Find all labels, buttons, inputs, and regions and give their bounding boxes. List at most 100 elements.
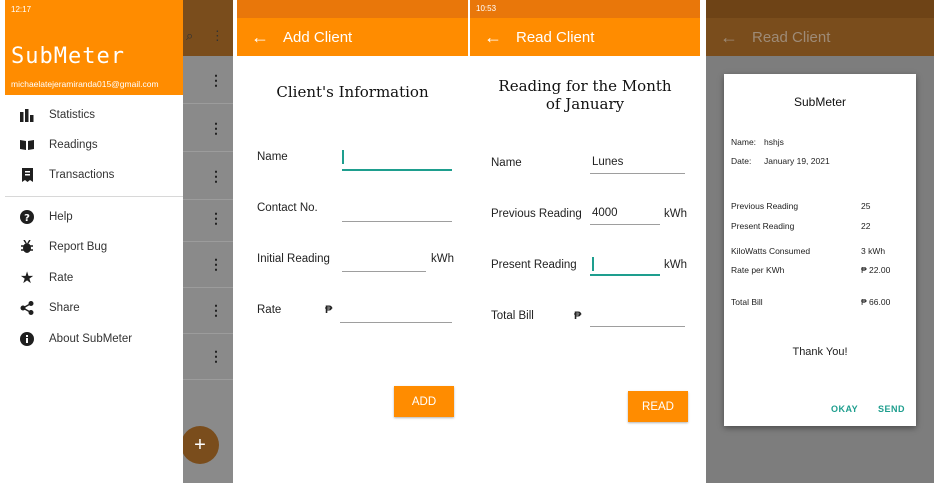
send-button[interactable]: SEND [878,404,905,414]
help-icon: ? [5,210,49,224]
initial-reading-label: Initial Reading [257,253,330,265]
menu-item-rate[interactable]: ★ Rate [5,263,183,293]
total-bill-label: Total Bill [731,297,763,307]
total-bill-field[interactable] [590,305,685,327]
kwh-unit: kWh [664,259,687,271]
text-cursor [592,257,594,271]
add-client-fab[interactable]: + [181,426,219,464]
app-bar: ← Read Client [706,18,934,56]
present-reading-label: Present Reading [731,221,795,231]
search-icon[interactable]: ⌕ [186,28,193,43]
read-button[interactable]: READ [628,391,688,422]
thank-you-message: Thank You! [792,346,848,358]
more-icon[interactable]: ⋮ [209,210,223,227]
more-icon[interactable]: ⋮ [209,120,223,137]
previous-reading-label: Previous Reading [491,208,582,220]
peso-sign: ₱ [574,310,582,322]
menu-label: Share [49,302,80,314]
menu-label: Statistics [49,109,96,121]
menu-label: Rate [49,272,74,284]
more-icon[interactable]: ⋮ [209,302,223,319]
back-arrow-icon[interactable]: ← [470,18,516,56]
present-reading-input[interactable] [590,254,660,276]
share-icon [5,301,49,315]
previous-reading-value[interactable]: 4000 [590,203,660,225]
drawer-divider [5,196,183,197]
bar-chart-icon [5,108,49,122]
more-icon[interactable]: ⋮ [211,28,224,43]
more-icon[interactable]: ⋮ [209,168,223,185]
menu-label: Help [49,211,73,223]
kilowatts-consumed-value: 3 kWh [861,246,886,256]
rate-input[interactable] [340,301,452,323]
book-icon [5,139,49,151]
menu-item-transactions[interactable]: Transactions [5,160,183,190]
previous-reading-value: 25 [861,201,871,211]
drawer-header: 12:17 SubMeter michaelatejeramiranda015@… [5,0,183,95]
bill-dialog: SubMeter Name: hshjs Date: January 19, 2… [724,74,916,426]
total-bill-label: Total Bill [491,310,534,322]
menu-item-report-bug[interactable]: Report Bug [5,232,183,262]
kilowatts-consumed-label: KiloWatts Consumed [731,246,811,256]
back-arrow-icon[interactable]: ← [706,18,752,56]
page-title: Add Client [283,28,353,46]
plus-icon: + [194,433,206,456]
page-title: Read Client [752,28,831,46]
more-icon[interactable]: ⋮ [209,348,223,365]
svg-text:?: ? [24,213,30,224]
app-bar: ← Add Client [237,18,468,56]
initial-reading-input[interactable] [342,250,426,272]
screen-drawer: ⌕ ⋮ ⋮ ⋮ ⋮ ⋮ ⋮ ⋮ ⋮ + 12:17 SubMeter micha… [5,0,233,483]
rate-value: ₱ 22.00 [861,265,891,275]
text-cursor [342,150,344,164]
drawer-app-title: SubMeter [11,44,125,69]
form-title: Reading for the Month of January [498,77,672,113]
peso-sign: ₱ [325,304,333,316]
status-bar [706,0,934,18]
info-icon [5,332,49,346]
rate-label: Rate [257,304,282,316]
menu-item-statistics[interactable]: Statistics [5,100,183,130]
name-label: Name [491,157,522,169]
screen-read-client: 10:53 ← Read Client Reading for the Mont… [470,0,700,483]
back-arrow-icon[interactable]: ← [237,18,283,56]
okay-button[interactable]: OKAY [831,404,858,414]
contact-input[interactable] [342,200,452,222]
kwh-unit: kWh [664,208,687,220]
menu-item-readings[interactable]: Readings [5,130,183,160]
add-button[interactable]: ADD [394,386,454,417]
more-icon[interactable]: ⋮ [209,256,223,273]
date-label: Date: [731,156,752,166]
dialog-title: SubMeter [793,95,847,109]
screen-add-client: ← Add Client Client's Information Name C… [237,0,468,483]
total-bill-value: ₱ 66.00 [861,297,891,307]
star-icon: ★ [19,270,35,287]
date-value: January 19, 2021 [764,156,830,166]
kwh-unit: kWh [431,253,454,265]
appbar-actions: ⌕ ⋮ [186,28,224,44]
name-value: hshjs [764,137,784,147]
previous-reading-label: Previous Reading [731,201,799,211]
bug-icon [5,240,49,254]
name-value[interactable]: Lunes [590,152,685,174]
status-bar: 12:17 [11,5,32,14]
contact-label: Contact No. [257,202,318,214]
more-icon[interactable]: ⋮ [209,72,223,89]
menu-item-help[interactable]: ? Help [5,202,183,232]
status-bar [237,0,468,18]
rate-label: Rate per KWh [731,265,785,275]
name-input[interactable] [342,149,452,171]
name-label: Name: [731,137,757,147]
menu-item-about[interactable]: About SubMeter [5,324,183,354]
navigation-drawer: 12:17 SubMeter michaelatejeramiranda015@… [5,0,183,483]
status-bar: 10:53 [470,0,700,18]
name-label: Name [257,151,288,163]
menu-label: Report Bug [49,241,108,253]
form-title: Client's Information [276,83,429,101]
menu-item-share[interactable]: Share [5,293,183,323]
menu-label: Readings [49,139,98,151]
present-reading-label: Present Reading [491,259,577,271]
present-reading-value: 22 [861,221,871,231]
menu-label: Transactions [49,169,115,181]
receipt-icon [5,168,49,182]
